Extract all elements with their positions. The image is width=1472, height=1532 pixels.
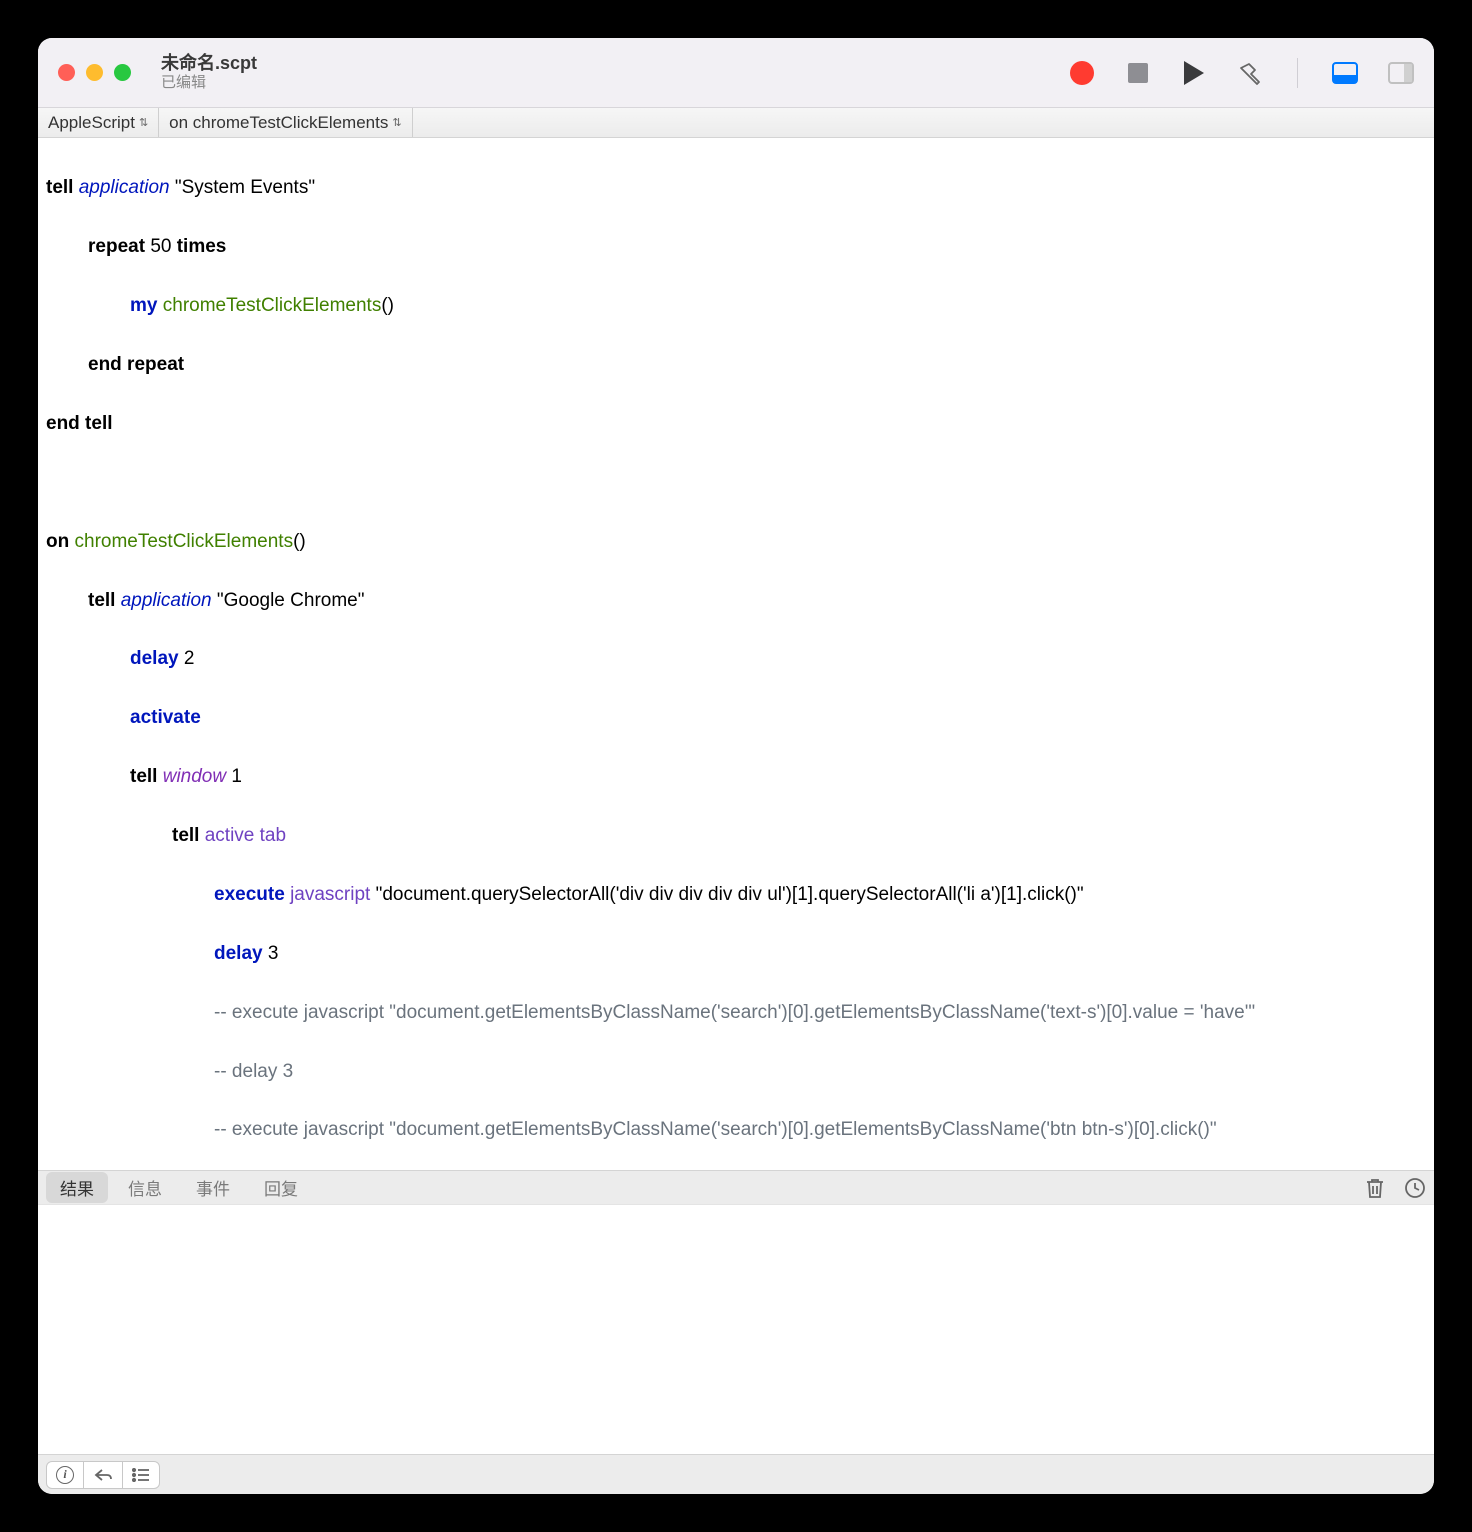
navigation-bar: AppleScript ⇅ on chromeTestClickElements…	[38, 108, 1434, 138]
reply-arrow-icon	[94, 1467, 112, 1483]
window-title: 未命名.scpt	[161, 52, 257, 75]
chevron-updown-icon: ⇅	[139, 116, 148, 129]
title-group: 未命名.scpt 已编辑	[161, 52, 257, 93]
bottom-bar: i	[38, 1454, 1434, 1494]
tab-result[interactable]: 结果	[46, 1172, 108, 1203]
close-button[interactable]	[58, 64, 75, 81]
handler-label: on chromeTestClickElements	[169, 113, 388, 133]
hammer-icon	[1237, 60, 1263, 86]
script-editor-window: 未命名.scpt 已编辑 AppleScript ⇅ on chromeTest…	[38, 38, 1434, 1494]
clock-icon[interactable]	[1404, 1177, 1426, 1199]
bottom-panel-icon	[1332, 62, 1358, 84]
minimize-button[interactable]	[86, 64, 103, 81]
result-area	[38, 1204, 1434, 1454]
zoom-button[interactable]	[114, 64, 131, 81]
compile-button[interactable]	[1237, 60, 1263, 86]
handler-selector[interactable]: on chromeTestClickElements ⇅	[159, 108, 412, 137]
result-tabs: 结果 信息 事件 回复	[38, 1170, 1434, 1204]
toggle-side-panel-button[interactable]	[1388, 60, 1414, 86]
record-button[interactable]	[1069, 60, 1095, 86]
toolbar	[1069, 58, 1414, 88]
record-icon	[1070, 61, 1094, 85]
description-button[interactable]: i	[46, 1461, 84, 1489]
list-button[interactable]	[122, 1461, 160, 1489]
traffic-lights	[58, 64, 131, 81]
language-label: AppleScript	[48, 113, 135, 133]
stop-icon	[1128, 63, 1148, 83]
tab-replies[interactable]: 回复	[250, 1172, 312, 1203]
window-subtitle: 已编辑	[161, 74, 257, 93]
toggle-bottom-panel-button[interactable]	[1332, 60, 1358, 86]
code-editor[interactable]: tell application "System Events" repeat …	[38, 138, 1434, 1170]
toolbar-separator	[1297, 58, 1298, 88]
back-button[interactable]	[84, 1461, 122, 1489]
run-button[interactable]	[1181, 60, 1207, 86]
language-selector[interactable]: AppleScript ⇅	[38, 108, 159, 137]
chevron-updown-icon: ⇅	[392, 116, 401, 129]
trash-icon[interactable]	[1364, 1176, 1386, 1200]
side-panel-icon	[1388, 62, 1414, 84]
play-icon	[1184, 61, 1204, 85]
info-icon: i	[56, 1466, 74, 1484]
stop-button[interactable]	[1125, 60, 1151, 86]
list-icon	[132, 1468, 150, 1482]
tab-messages[interactable]: 信息	[114, 1172, 176, 1203]
tab-events[interactable]: 事件	[182, 1172, 244, 1203]
titlebar: 未命名.scpt 已编辑	[38, 38, 1434, 108]
